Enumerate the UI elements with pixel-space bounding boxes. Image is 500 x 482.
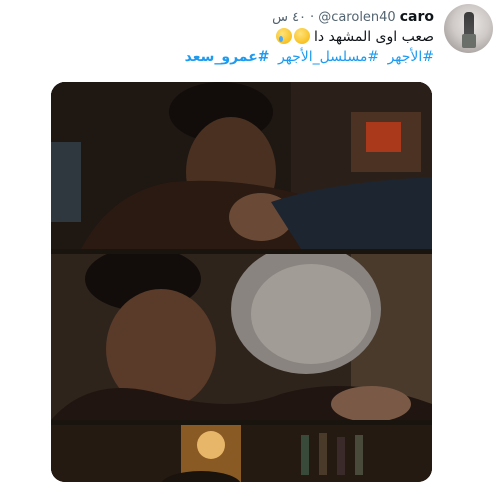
hashtag-link[interactable]: #عمرو_سعد [185, 49, 270, 65]
scene-1-image [51, 82, 432, 249]
tweet-text-line: صعب اوى المشهد دا [14, 27, 434, 47]
avatar[interactable] [444, 4, 493, 53]
hashtag-list: #الأجهر #مسلسل_الأجهر #عمرو_سعد [14, 47, 434, 67]
tweet-text-content: صعب اوى المشهد دا [313, 29, 434, 45]
scene-3-image [51, 425, 432, 482]
hashtag-link[interactable]: #مسلسل_الأجهر [278, 49, 379, 65]
media-frame-3[interactable] [51, 425, 432, 482]
scene-2-image [51, 254, 432, 420]
hashtag-link[interactable]: #الأجهر [388, 49, 434, 65]
avatar-figure-legs [462, 34, 476, 48]
timestamp[interactable]: ٤٠ س [272, 10, 306, 25]
media-frame-1[interactable] [51, 82, 432, 249]
hugging-face-icon [293, 28, 310, 44]
media-frame-2[interactable] [51, 254, 432, 420]
media-grid[interactable] [51, 82, 432, 482]
tweet-header: caro @carolen40 · ٤٠ س [272, 8, 434, 26]
separator-dot: · [310, 9, 315, 25]
crying-face-icon [275, 28, 292, 44]
handle[interactable]: @carolen40 [318, 10, 396, 25]
tweet-text: صعب اوى المشهد دا #الأجهر #مسلسل_الأجهر … [14, 27, 434, 67]
display-name[interactable]: caro [400, 9, 434, 25]
tweet[interactable]: caro @carolen40 · ٤٠ س صعب اوى المشهد دا… [0, 0, 500, 482]
